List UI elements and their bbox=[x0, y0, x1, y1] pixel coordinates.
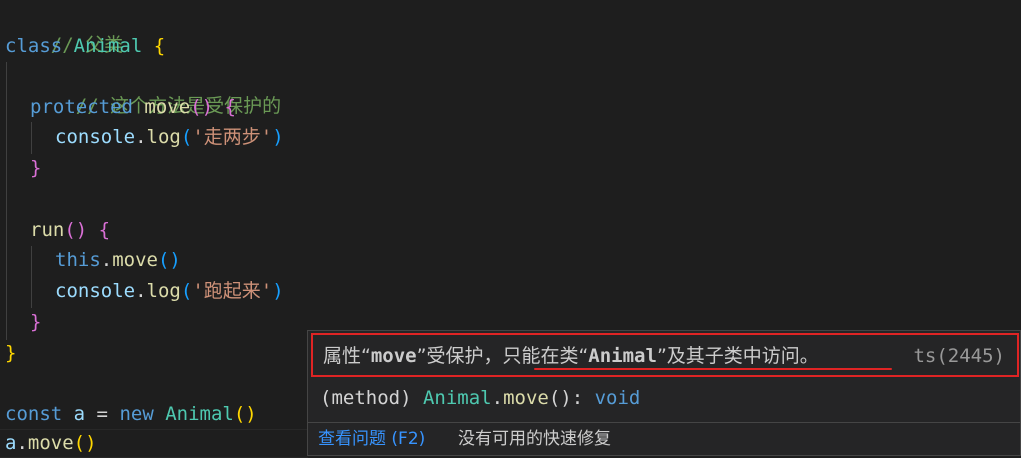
method-name: move bbox=[144, 96, 191, 118]
method-signature: (method) Animal.move(): void bbox=[320, 385, 640, 411]
diagnostic-message: 属性“move”受保护，只能在类“Animal”及其子类中访问。 bbox=[323, 343, 819, 369]
identifier: a bbox=[5, 432, 17, 454]
brace: } bbox=[30, 311, 42, 333]
string: '走两步' bbox=[192, 126, 273, 148]
operator: = bbox=[85, 403, 120, 425]
class-name: Animal bbox=[73, 35, 143, 57]
keyword: new bbox=[119, 403, 154, 425]
parens: () bbox=[233, 403, 257, 425]
method-name: log bbox=[146, 280, 181, 302]
code-line-10[interactable]: console.log('跑起来') bbox=[55, 276, 284, 306]
error-highlight-box: 属性“move”受保护，只能在类“Animal”及其子类中访问。 ts(2445… bbox=[311, 333, 1019, 377]
view-problem-link[interactable]: 查看问题 (F2) bbox=[318, 423, 425, 455]
dot: . bbox=[100, 249, 113, 271]
code-line-9[interactable]: this.move() bbox=[55, 245, 181, 275]
code-line-8[interactable]: run() { bbox=[30, 215, 110, 245]
code-line-15[interactable]: a.move() bbox=[5, 428, 97, 458]
keyword: this bbox=[55, 249, 101, 271]
code-line-6[interactable]: } bbox=[30, 153, 41, 183]
brace: { bbox=[153, 35, 166, 57]
dot: . bbox=[135, 280, 147, 302]
string: '跑起来' bbox=[192, 280, 273, 302]
parens: () bbox=[64, 219, 88, 241]
identifier: a bbox=[73, 403, 86, 425]
code-line-14[interactable]: const a = new Animal() bbox=[5, 399, 257, 429]
error-underline bbox=[534, 368, 892, 370]
code-line-4[interactable]: protected move() { bbox=[30, 92, 236, 122]
code-line-12[interactable]: } bbox=[5, 338, 16, 368]
dot: . bbox=[16, 432, 28, 454]
diag-property: move bbox=[370, 345, 417, 367]
method-name: move bbox=[27, 432, 74, 454]
diag-class: Animal bbox=[588, 345, 657, 367]
sig-return-type: void bbox=[594, 387, 641, 409]
hover-widget[interactable]: 属性“move”受保护，只能在类“Animal”及其子类中访问。 ts(2445… bbox=[307, 330, 1021, 456]
paren: ( bbox=[180, 126, 193, 148]
dot: . bbox=[135, 126, 147, 148]
brace: } bbox=[5, 342, 17, 364]
paren: ( bbox=[180, 280, 193, 302]
diag-text-part: ”受保护，只能在类“ bbox=[416, 345, 589, 367]
brace: } bbox=[30, 157, 42, 179]
method-name: move bbox=[112, 249, 158, 271]
keyword: protected bbox=[30, 96, 133, 118]
brace: { bbox=[98, 219, 111, 241]
diag-text-part: ”及其子类中访问。 bbox=[656, 345, 819, 367]
sig-dot: . bbox=[491, 387, 504, 409]
sig-kind: (method) bbox=[320, 387, 412, 409]
class-name: Animal bbox=[165, 403, 234, 425]
parens: () bbox=[73, 432, 97, 454]
no-quick-fix-text: 没有可用的快速修复 bbox=[458, 429, 611, 449]
paren: ) bbox=[272, 280, 284, 302]
sig-method: move bbox=[503, 387, 549, 409]
code-line-3[interactable]: // 这个方法是受保护的 bbox=[30, 61, 281, 117]
method-name: log bbox=[146, 126, 181, 148]
paren: ) bbox=[272, 126, 284, 148]
indent-guide bbox=[31, 246, 32, 308]
diag-text-part: 属性“ bbox=[323, 345, 371, 367]
method-name: run bbox=[30, 219, 65, 241]
identifier: console bbox=[55, 126, 136, 148]
code-line-11[interactable]: } bbox=[30, 307, 41, 337]
code-line-2[interactable]: class Animal { bbox=[5, 31, 165, 61]
parens: () bbox=[190, 96, 214, 118]
parens: () bbox=[157, 249, 181, 271]
diagnostic-code: ts(2445) bbox=[913, 345, 1005, 367]
hover-status-bar: 查看问题 (F2) 没有可用的快速修复 bbox=[308, 423, 1020, 455]
sig-parens: (): bbox=[548, 387, 595, 409]
brace: { bbox=[224, 96, 236, 118]
indent-guide bbox=[6, 62, 7, 340]
code-line-5[interactable]: console.log('走两步') bbox=[55, 122, 284, 152]
identifier: console bbox=[55, 280, 136, 302]
keyword: const bbox=[5, 403, 63, 425]
code-line-1[interactable]: // 父类 bbox=[5, 0, 123, 56]
keyword: class bbox=[5, 35, 63, 57]
sig-class: Animal bbox=[422, 387, 492, 409]
